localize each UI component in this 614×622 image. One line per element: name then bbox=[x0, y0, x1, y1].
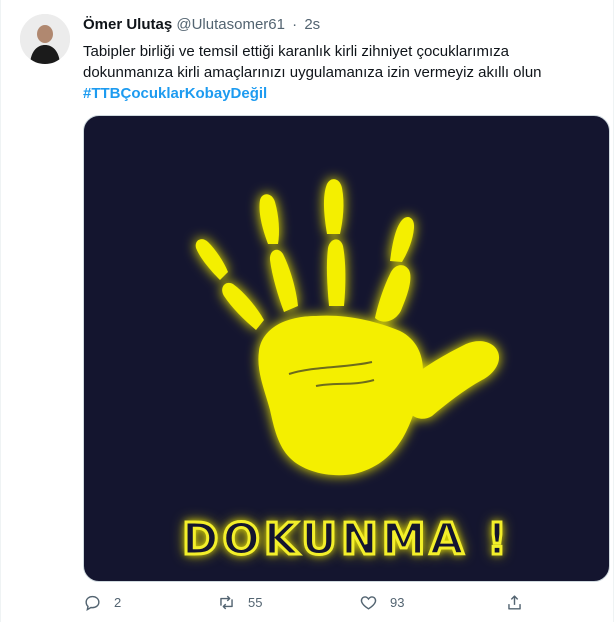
share-button[interactable] bbox=[505, 593, 536, 612]
share-icon bbox=[508, 595, 521, 610]
like-button[interactable]: 93 bbox=[359, 593, 404, 612]
tweet-text-line: Tabipler birliği ve temsil ettiği karanl… bbox=[83, 43, 509, 60]
media-caption: DOKUNMA ! bbox=[180, 513, 512, 567]
separator-dot: · bbox=[292, 16, 298, 33]
heart-icon bbox=[360, 596, 377, 610]
avatar-image bbox=[20, 14, 70, 64]
retweet-count: 55 bbox=[248, 595, 263, 610]
avatar[interactable] bbox=[20, 14, 70, 64]
reply-icon bbox=[85, 595, 100, 612]
hand-icon bbox=[195, 179, 500, 476]
like-count: 93 bbox=[390, 595, 405, 610]
tweet-card[interactable]: Ömer Ulutaş @Ulutasomer61 · 2s Tabipler … bbox=[0, 0, 614, 622]
hashtag-link[interactable]: #TTBÇocuklarKobayDeğil bbox=[83, 83, 603, 104]
tweet-text-line: dokunmanıza kirli amaçlarınızı uygulaman… bbox=[83, 64, 542, 81]
display-name[interactable]: Ömer Ulutaş bbox=[83, 16, 172, 33]
hand-image bbox=[195, 179, 500, 476]
tweet-timestamp[interactable]: 2s bbox=[304, 16, 320, 33]
retweet-button[interactable]: 55 bbox=[217, 593, 262, 612]
user-handle[interactable]: @Ulutasomer61 bbox=[176, 16, 285, 33]
tweet-actions: 2 55 93 bbox=[83, 593, 533, 617]
reply-button[interactable]: 2 bbox=[83, 593, 121, 612]
tweet-media[interactable]: DOKUNMA ! bbox=[83, 115, 610, 582]
tweet-text: Tabipler birliği ve temsil ettiği karanl… bbox=[83, 41, 603, 104]
retweet-icon bbox=[220, 595, 233, 610]
tweet-header: Ömer Ulutaş @Ulutasomer61 · 2s bbox=[83, 15, 320, 35]
reply-count: 2 bbox=[114, 595, 122, 610]
